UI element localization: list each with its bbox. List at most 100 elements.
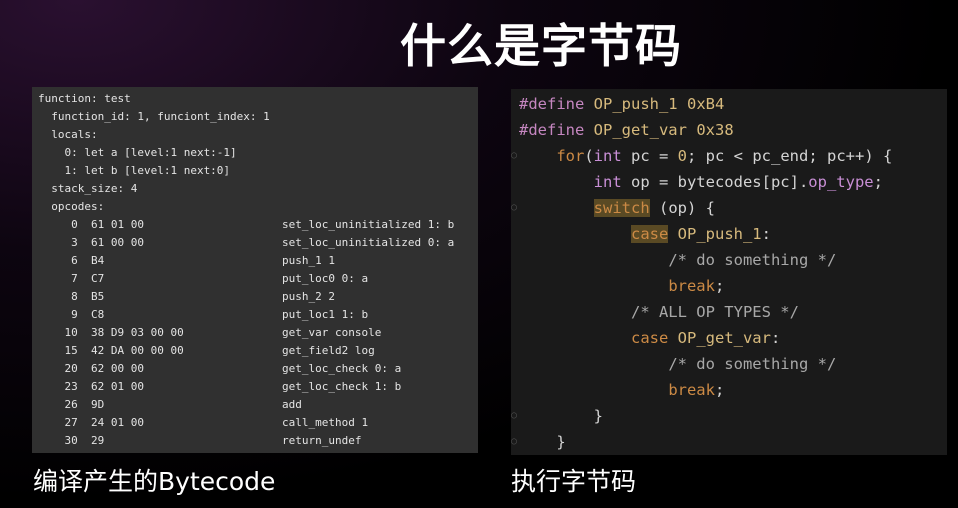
opcode-bytes: 10 38 D9 03 00 00	[38, 326, 184, 339]
code-lines: #define OP_push_1 0xB4 #define OP_get_var…	[511, 91, 947, 455]
opcode-row: 10 38 D9 03 00 00 get_var console	[38, 324, 478, 342]
code-token: ; pc < pc_end; pc++) {	[687, 147, 893, 165]
opcode-instruction: get_field2 log	[282, 344, 375, 357]
opcode-instruction: add	[282, 398, 302, 411]
opcode-row: 0 61 01 00 set_loc_uninitialized 1: b	[38, 216, 478, 234]
code-token: break	[668, 381, 715, 399]
code-token: pc =	[621, 147, 678, 165]
code-token: op_type	[808, 173, 874, 191]
code-token: 0xB4	[687, 95, 725, 113]
opcode-bytes: 15 42 DA 00 00 00	[38, 344, 184, 357]
code-token: }	[519, 433, 566, 451]
code-token: break	[668, 277, 715, 295]
opcode-row: 27 24 01 00 call_method 1	[38, 414, 478, 432]
code-token: ;	[714, 277, 725, 295]
code-tokens: /* do something */	[519, 247, 836, 273]
opcode-bytes: 7 C7	[38, 272, 105, 285]
opcode-instruction: put_loc0 0: a	[282, 272, 369, 285]
opcode-instruction: put_loc1 1: b	[282, 308, 369, 321]
opcode-bytes: 20 62 00 00	[38, 362, 144, 375]
code-line: case OP_get_var:	[511, 325, 947, 351]
opcode-row: 20 62 00 00 get_loc_check 0: a	[38, 360, 478, 378]
code-tokens: /* do something */	[519, 351, 836, 377]
fold-marker-icon[interactable]: ○	[511, 429, 517, 455]
opcode-instruction: set_loc_uninitialized 1: b	[282, 218, 455, 231]
code-tokens: case OP_push_1:	[519, 221, 771, 247]
code-token: switch	[593, 199, 650, 217]
opcode-bytes: 8 B5	[38, 290, 105, 303]
code-line: case OP_push_1:	[511, 221, 947, 247]
code-line: ○ }	[511, 403, 947, 429]
opcode-row: 9 C8 put_loc1 1: b	[38, 306, 478, 324]
opcode-instruction: call_method 1	[282, 416, 369, 429]
opcode-bytes: 6 B4	[38, 254, 105, 267]
opcode-bytes: 23 62 01 00	[38, 380, 144, 393]
code-token: case	[630, 225, 669, 243]
code-tokens: for(int pc = 0; pc < pc_end; pc++) {	[519, 143, 892, 169]
code-token: :	[761, 225, 771, 243]
opcode-bytes: 26 9D	[38, 398, 105, 411]
code-tokens: }	[519, 429, 566, 455]
code-token: for	[556, 147, 585, 165]
code-token: /* do something */	[668, 251, 837, 269]
bytecode-header-line: function_id: 1, funciont_index: 1	[38, 110, 270, 123]
fold-marker-icon[interactable]: ○	[511, 143, 517, 169]
code-token: }	[519, 407, 603, 425]
bytecode-header-line: locals:	[38, 128, 98, 141]
fold-marker-icon[interactable]: ○	[511, 403, 517, 429]
opcode-instruction: return_undef	[282, 434, 362, 447]
code-line: /* ALL OP TYPES */	[511, 299, 947, 325]
code-token: 0	[677, 147, 688, 165]
code-line: int op = bytecodes[pc].op_type;	[511, 169, 947, 195]
code-token: OP_push_1	[593, 95, 678, 113]
slide-title: 什么是字节码	[400, 19, 682, 73]
opcode-row: 3 61 00 00 set_loc_uninitialized 0: a	[38, 234, 478, 252]
code-token: OP_push_1	[677, 225, 762, 243]
bytecode-dump-panel: function: test function_id: 1, funciont_…	[32, 87, 478, 453]
opcode-row: 7 C7 put_loc0 0: a	[38, 270, 478, 288]
code-token: case	[630, 329, 669, 347]
opcode-instruction: get_loc_check 1: b	[282, 380, 402, 393]
left-caption: 编译产生的Bytecode	[33, 467, 276, 496]
opcode-instruction: get_loc_check 0: a	[282, 362, 402, 375]
code-line: break;	[511, 273, 947, 299]
bytecode-header-line: function: test	[38, 92, 131, 105]
opcode-row: 6 B4 push_1 1	[38, 252, 478, 270]
fold-marker-icon[interactable]: ○	[511, 195, 517, 221]
code-tokens: int op = bytecodes[pc].op_type;	[519, 169, 883, 195]
bytecode-opcodes: 0 61 01 00 set_loc_uninitialized 1: b 3 6…	[38, 216, 478, 450]
code-tokens: #define OP_push_1 0xB4	[519, 91, 724, 117]
opcode-bytes: 9 C8	[38, 308, 105, 321]
opcode-row: 30 29 return_undef	[38, 432, 478, 450]
code-tokens: /* ALL OP TYPES */	[519, 299, 799, 325]
code-token: ;	[714, 381, 725, 399]
opcode-bytes: 30 29	[38, 434, 105, 447]
code-token: #define	[519, 95, 594, 113]
opcode-row: 26 9D add	[38, 396, 478, 414]
code-tokens: }	[519, 403, 603, 429]
bytecode-header-line: opcodes:	[38, 200, 105, 213]
opcode-bytes: 27 24 01 00	[38, 416, 144, 429]
code-tokens: #define OP_get_var 0x38	[519, 117, 734, 143]
code-token: :	[770, 329, 781, 347]
opcode-row: 23 62 01 00 get_loc_check 1: b	[38, 378, 478, 396]
bytecode-header-line: 0: let a [level:1 next:-1]	[38, 146, 237, 159]
code-token: (	[584, 147, 594, 165]
code-line: ○ switch (op) {	[511, 195, 947, 221]
code-tokens: break;	[519, 377, 724, 403]
opcode-instruction: set_loc_uninitialized 0: a	[282, 236, 455, 249]
slide: 什么是字节码 function: test function_id: 1, fu…	[0, 0, 958, 508]
code-token: /* do something */	[668, 355, 837, 373]
